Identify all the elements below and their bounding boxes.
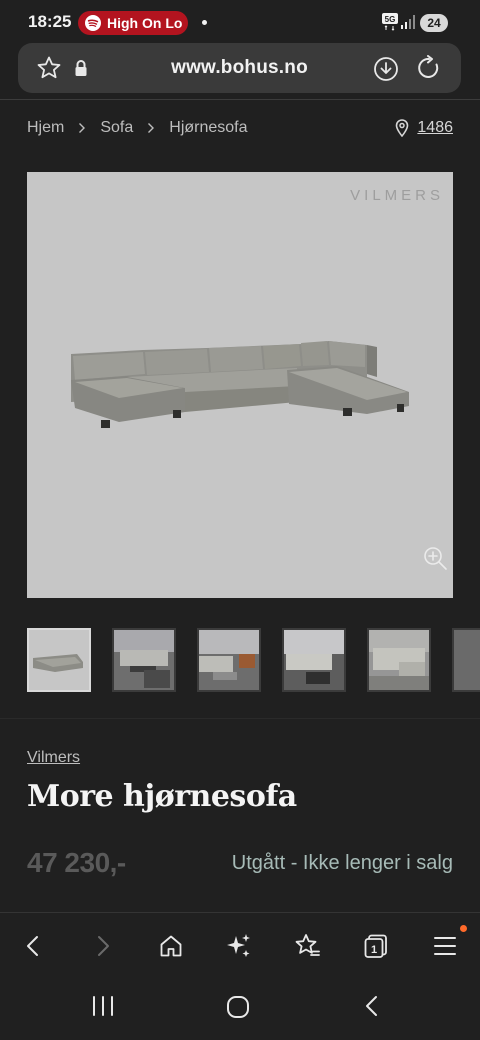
store-number[interactable]: 1486 [417, 119, 453, 137]
media-pill[interactable]: High On Lo [78, 11, 188, 35]
thumbnail-image [199, 630, 259, 690]
thumbnail-image [29, 630, 89, 690]
zoom-icon[interactable] [422, 545, 448, 571]
notification-dot [202, 20, 207, 25]
thumbnail-image [454, 630, 480, 690]
thumbnail-4[interactable] [282, 628, 346, 692]
reload-icon[interactable] [416, 55, 442, 81]
address-bar[interactable]: www.bohus.no [18, 43, 461, 93]
thumbnail-image [369, 630, 429, 690]
breadcrumb: Hjem Sofa Hjørnesofa [27, 119, 248, 137]
download-icon[interactable] [373, 56, 399, 82]
home-icon[interactable] [156, 931, 186, 961]
status-bar: 18:25 High On Lo 5G 24 [0, 0, 480, 44]
chevron-right-icon [147, 122, 155, 134]
ai-sparkle-icon[interactable] [224, 931, 254, 961]
store-link[interactable]: 1486 [395, 119, 453, 137]
recents-icon[interactable] [91, 994, 115, 1018]
home-circle-icon[interactable] [225, 994, 251, 1020]
menu-icon[interactable] [430, 931, 460, 961]
spotify-icon [85, 15, 101, 31]
sofa-illustration [71, 341, 409, 428]
breadcrumb-item-corner-sofa[interactable]: Hjørnesofa [169, 119, 247, 137]
section-divider [0, 718, 480, 719]
thumbnail-strip[interactable] [27, 628, 480, 692]
thumbnail-6[interactable] [452, 628, 480, 692]
brand-watermark: VILMERS [350, 187, 444, 204]
svg-text:5G: 5G [385, 15, 396, 24]
signal-icon [401, 15, 415, 29]
product-title: More hjørnesofa [27, 779, 297, 814]
status-time: 18:25 [28, 12, 72, 31]
system-back-icon[interactable] [362, 994, 382, 1018]
location-pin-icon [396, 119, 409, 137]
thumbnail-3[interactable] [197, 628, 261, 692]
brand-link[interactable]: Vilmers [27, 749, 80, 767]
thumbnail-image [114, 630, 174, 690]
breadcrumb-item-sofa[interactable]: Sofa [100, 119, 133, 137]
thumbnail-5[interactable] [367, 628, 431, 692]
forward-icon[interactable] [88, 931, 118, 961]
chevron-right-icon [78, 122, 86, 134]
system-nav-bar [0, 978, 480, 1040]
battery-indicator: 24 [420, 14, 448, 32]
breadcrumb-item-home[interactable]: Hjem [27, 119, 64, 137]
favorites-icon[interactable] [292, 931, 322, 961]
top-divider [0, 99, 480, 100]
back-icon[interactable] [18, 931, 48, 961]
thumbnail-2[interactable] [112, 628, 176, 692]
tabs-count: 1 [371, 944, 377, 956]
availability-status: Utgått - Ikke lenger i salg [231, 852, 453, 874]
network-5g-icon: 5G [382, 13, 398, 31]
tabs-icon[interactable]: 1 [361, 931, 391, 961]
menu-notification-dot [460, 925, 467, 932]
product-image[interactable]: VILMERS [27, 172, 453, 598]
browser-bottom-nav: 1 [0, 912, 480, 978]
thumbnail-image [284, 630, 344, 690]
thumbnail-1[interactable] [27, 628, 91, 692]
media-pill-text: High On Lo [107, 15, 183, 31]
product-price: 47 230,- [27, 847, 126, 878]
